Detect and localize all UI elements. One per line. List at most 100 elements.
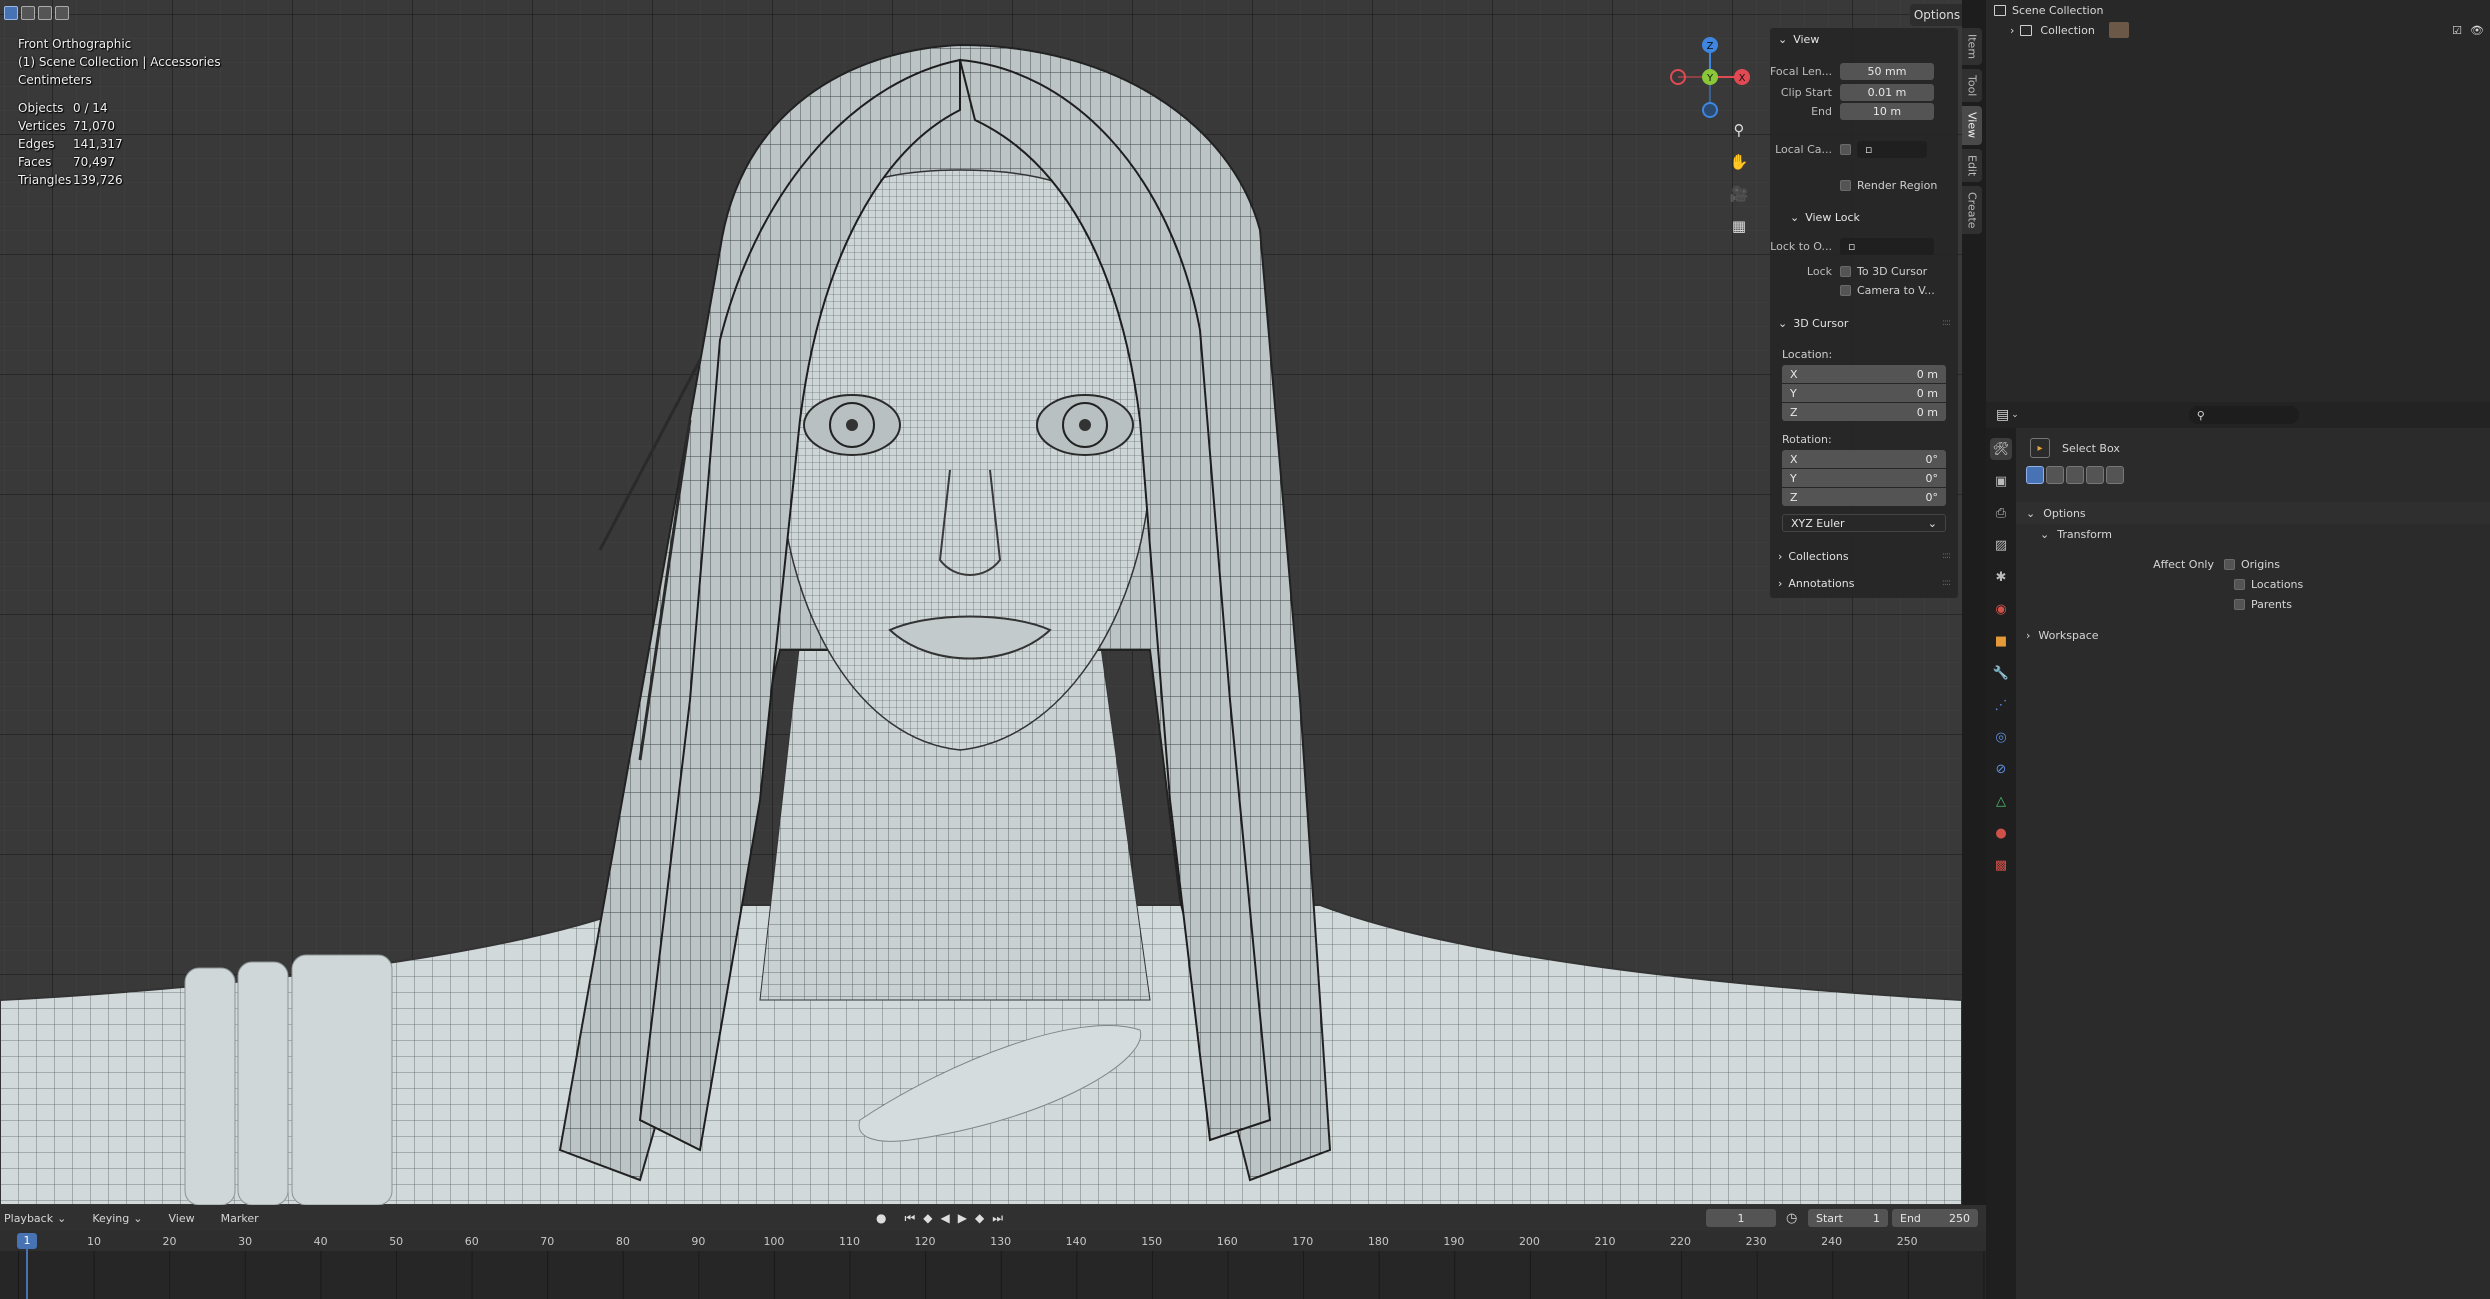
ruler-tick-label: 60 <box>464 1235 479 1248</box>
constraints-icon[interactable]: ⊘ <box>1990 758 2012 780</box>
annotations-header[interactable]: › Annotations :::: <box>1770 572 1958 594</box>
output-icon[interactable]: ⎙ <box>1990 502 2012 524</box>
mode-difference-icon[interactable] <box>2086 466 2104 484</box>
outliner-collection[interactable]: › Collection ☑ 👁 <box>1986 20 2490 40</box>
camera-to-view-checkbox[interactable] <box>1840 284 1851 296</box>
next-keyframe-icon[interactable]: ◆ <box>975 1211 984 1226</box>
select-mode-buttons[interactable] <box>4 6 69 20</box>
origins-checkbox[interactable] <box>2224 559 2235 570</box>
modifier-wrench-icon[interactable]: 🔧 <box>1990 662 2012 684</box>
particles-icon[interactable]: ⋰ <box>1990 694 2012 716</box>
ruler-tick-label: 160 <box>1216 1235 1238 1248</box>
physics-icon[interactable]: ◎ <box>1990 726 2012 748</box>
3d-viewport[interactable]: Front Orthographic (1) Scene Collection … <box>0 0 1962 1205</box>
texture-icon[interactable]: ▩ <box>1990 854 2012 876</box>
chevron-down-icon: ⌄ <box>1778 316 1788 330</box>
locations-checkbox[interactable] <box>2234 579 2245 590</box>
playback-menu[interactable]: Playback ⌄ <box>4 1212 66 1225</box>
cursor-location-x[interactable]: X0 m <box>1782 365 1946 383</box>
render-icon[interactable]: ▣ <box>1990 470 2012 492</box>
eye-icon[interactable]: 👁 <box>2470 24 2484 37</box>
jump-start-icon[interactable]: ⏮ <box>904 1211 915 1226</box>
timeline-editor: Playback ⌄ Keying ⌄ View Marker ● ⏮ ◆ ◀ ▶ … <box>0 1205 1986 1299</box>
view-layer-icon[interactable]: ▨ <box>1990 534 2012 556</box>
to-3d-cursor-checkbox[interactable] <box>1840 265 1851 277</box>
timeline-keyframe-area[interactable] <box>0 1251 1986 1299</box>
editor-type-icon[interactable]: ▤ <box>1996 407 2009 423</box>
select-box-icon[interactable]: ▸ <box>2030 438 2050 458</box>
tab-item[interactable]: Item <box>1962 28 1982 66</box>
ruler-tick-label: 110 <box>838 1235 860 1248</box>
local-camera-checkbox[interactable] <box>1840 143 1851 155</box>
mode-intersect-icon[interactable] <box>2106 466 2124 484</box>
stat-row: Edges 141,317 <box>18 137 123 151</box>
ortho-grid-icon[interactable]: ▦ <box>1726 214 1752 238</box>
cursor-location-y[interactable]: Y0 m <box>1782 384 1946 402</box>
parents-checkbox[interactable] <box>2234 599 2245 610</box>
camera-icon[interactable]: 🎥 <box>1726 182 1752 206</box>
cursor-rotation-z[interactable]: Z 0° <box>1782 488 1946 506</box>
jump-end-icon[interactable]: ⏭ <box>992 1211 1003 1226</box>
render-region-checkbox[interactable] <box>1840 179 1851 191</box>
select-subtract-icon[interactable] <box>38 6 52 20</box>
mode-extend-icon[interactable] <box>2046 466 2064 484</box>
navigation-gizmo[interactable]: Z X Y <box>1665 30 1755 130</box>
prev-keyframe-icon[interactable]: ◆ <box>923 1211 932 1226</box>
cursor-rotation-x[interactable]: X 0° <box>1782 450 1946 468</box>
local-camera-picker[interactable]: ▫ <box>1857 140 1927 158</box>
select-intersect-icon[interactable] <box>55 6 69 20</box>
tab-create[interactable]: Create <box>1962 185 1982 235</box>
current-frame-field[interactable]: 1 <box>1706 1209 1776 1227</box>
start-frame-field[interactable]: Start 1 <box>1808 1209 1888 1227</box>
end-frame-field[interactable]: End 250 <box>1892 1209 1978 1227</box>
select-extend-icon[interactable] <box>21 6 35 20</box>
options-dropdown[interactable]: Options ⌄ <box>1910 4 1962 26</box>
tab-edit[interactable]: Edit <box>1962 148 1982 182</box>
keying-menu[interactable]: Keying ⌄ <box>92 1212 142 1225</box>
workspace-panel-header[interactable]: › Workspace <box>2016 624 2490 646</box>
chevron-right-icon: › <box>2026 628 2031 642</box>
cursor-rotation-y[interactable]: Y 0° <box>1782 469 1946 487</box>
focal-length-field[interactable]: 50 mm <box>1840 62 1934 80</box>
collections-header[interactable]: › Collections :::: <box>1770 545 1958 567</box>
tab-tool[interactable]: Tool <box>1962 69 1982 103</box>
material-icon[interactable]: ● <box>1990 822 2012 844</box>
record-icon[interactable]: ● <box>876 1211 886 1226</box>
transform-subpanel-header[interactable]: ⌄ Transform <box>2040 528 2112 541</box>
object-data-icon[interactable]: △ <box>1990 790 2012 812</box>
play-icon[interactable]: ▶ <box>958 1211 967 1226</box>
pan-hand-icon[interactable]: ✋ <box>1726 150 1752 174</box>
play-reverse-icon[interactable]: ◀ <box>941 1211 950 1226</box>
ruler-tick-label: 20 <box>162 1235 177 1248</box>
marker-menu[interactable]: Marker <box>221 1212 259 1225</box>
object-icon[interactable]: ■ <box>1990 630 2012 652</box>
checkbox-icon[interactable]: ☑ <box>2452 24 2462 37</box>
options-panel-header[interactable]: ⌄ Options <box>2016 502 2490 524</box>
select-new-icon[interactable] <box>4 6 18 20</box>
tool-settings-icon[interactable]: 🛠 <box>1990 438 2012 460</box>
ruler-tick-label: 250 <box>1896 1235 1918 1248</box>
view-lock-header[interactable]: ⌄ View Lock <box>1770 206 1860 228</box>
clock-icon[interactable]: ◷ <box>1786 1211 1797 1226</box>
clip-start-field[interactable]: 0.01 m <box>1840 83 1934 101</box>
clip-end-field[interactable]: 10 m <box>1840 102 1934 120</box>
playhead-frame-indicator[interactable]: 1 <box>17 1233 37 1249</box>
rotation-mode-dropdown[interactable]: XYZ Euler ⌄ <box>1782 514 1946 532</box>
location-label-row: Location: <box>1782 347 1833 361</box>
world-icon[interactable]: ◉ <box>1990 598 2012 620</box>
tab-view[interactable]: View <box>1962 106 1982 145</box>
view-menu[interactable]: View <box>168 1212 194 1225</box>
lock-to-object-picker[interactable]: ▫ <box>1840 237 1934 255</box>
cursor-location-z[interactable]: Z0 m <box>1782 403 1946 421</box>
timeline-ruler[interactable]: 10 20 30 40 50 60 70 80 90 100 110 120 130 140 150 160 1… <box>0 1231 1986 1251</box>
mode-subtract-icon[interactable] <box>2066 466 2084 484</box>
outliner-scene-collection[interactable]: Scene Collection <box>1986 0 2490 20</box>
gizmo-neg-z-axis[interactable] <box>1702 102 1718 118</box>
stat-row: Vertices 71,070 <box>18 119 115 133</box>
scene-icon[interactable]: ✱ <box>1990 566 2012 588</box>
search-input[interactable]: ⚲ <box>2188 406 2299 424</box>
view-section-header[interactable]: ⌄ View <box>1770 28 1958 50</box>
mode-new-icon[interactable] <box>2026 466 2044 484</box>
3d-cursor-header[interactable]: ⌄ 3D Cursor :::: <box>1770 312 1958 334</box>
zoom-icon[interactable]: ⚲ <box>1726 118 1752 142</box>
